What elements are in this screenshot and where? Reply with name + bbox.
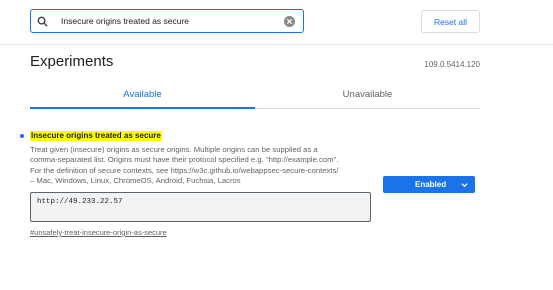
experiment-anchor-link[interactable]: #unsafely-treat-insecure-origin-as-secur… [30,228,167,237]
description-line: comma-separated list. Origins must have … [30,155,339,165]
modified-indicator-dot [20,134,24,138]
search-input[interactable] [57,16,291,26]
origins-textarea[interactable]: http://49.233.22.57 [30,192,371,222]
tab-unavailable[interactable]: Unavailable [255,84,480,108]
version-label: 109.0.5414.120 [424,60,480,69]
top-bar: Reset all [0,0,553,45]
experiment-state-select[interactable]: Enabled [383,176,475,193]
page-title: Experiments [30,53,114,70]
chevron-down-icon [461,181,468,190]
description-line: For the definition of secure contexts, s… [30,165,339,175]
experiment-description: Treat given (insecure) origins as secure… [30,145,380,187]
experiment-title: Insecure origins treated as secure [30,131,162,141]
reset-all-button[interactable]: Reset all [421,10,480,33]
search-icon [37,16,57,27]
description-line: Treat given (insecure) origins as secure… [30,145,318,154]
tab-bar: Available Unavailable [30,84,480,109]
select-value: Enabled [415,180,447,189]
clear-icon[interactable] [284,16,295,27]
tab-available[interactable]: Available [30,84,255,109]
search-box[interactable] [30,9,304,33]
description-line: – Mac, Windows, Linux, ChromeOS, Android… [30,176,241,186]
